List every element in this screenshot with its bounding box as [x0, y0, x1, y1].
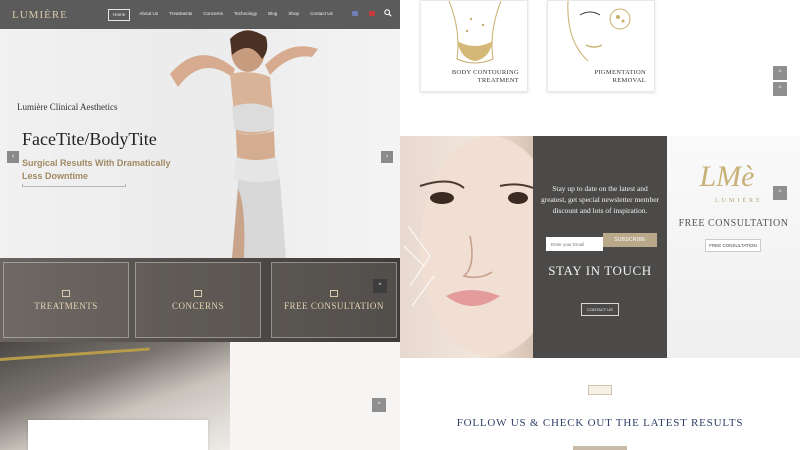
consultation-icon — [330, 289, 338, 297]
hero-subtitle: Surgical Results With Dramatically Less … — [22, 158, 171, 181]
treatment-card-label: BODY CONTOURING TREATMENT — [427, 69, 519, 85]
top-navbar: LUMIÈRE Home About Us Treatments Concern… — [0, 0, 400, 29]
feature-cards-section: TREATMENTS CONCERNS FREE CONSULTATION — [0, 258, 400, 342]
nav-item-technology[interactable]: Technology — [234, 9, 257, 21]
nav-item-treatments[interactable]: Treatments — [169, 9, 192, 21]
nav-item-concerns[interactable]: Concerns — [203, 9, 223, 21]
scroll-up-button[interactable]: ^ — [773, 82, 787, 96]
nav-item-home[interactable]: Home — [108, 9, 131, 21]
model-face-image — [400, 136, 533, 358]
nav-menu: Home About Us Treatments Concerns Techno… — [108, 9, 344, 21]
card-label: TREATMENTS — [34, 300, 98, 311]
scroll-up-button[interactable]: ^ — [373, 279, 387, 293]
newsletter-section: Stay up to date on the latest and greate… — [400, 136, 800, 358]
hero-title: FaceTite/BodyTite — [22, 129, 157, 149]
follow-us-heading: FOLLOW US & CHECK OUT THE LATEST RESULTS — [456, 417, 744, 429]
instagram-gallery-icon — [588, 385, 612, 395]
treatment-label-line: TREATMENT — [477, 77, 519, 84]
contact-us-button[interactable]: CONTACT US — [581, 303, 619, 316]
scroll-up-button[interactable]: ^ — [773, 66, 787, 80]
nav-item-blog[interactable]: Blog — [268, 9, 277, 21]
clinic-info-card — [28, 420, 208, 450]
free-consultation-button[interactable]: FREE CONSULTATION — [705, 239, 761, 252]
clinic-interior-section — [0, 342, 400, 450]
left-page-panel: LUMIÈRE Home About Us Treatments Concern… — [0, 0, 400, 450]
treatment-label-line: BODY CONTOURING — [451, 69, 519, 76]
treatment-card-body-contouring[interactable]: BODY CONTOURING TREATMENT — [420, 0, 528, 92]
lumiere-monogram-logo: LMè — [699, 160, 755, 193]
card-label: CONCERNS — [171, 300, 224, 311]
follow-divider — [573, 446, 627, 450]
hero-slider: FaceTite/BodyTite Surgical Results With … — [0, 29, 400, 258]
treatments-icon — [62, 289, 70, 297]
slider-prev-button[interactable]: ‹ — [7, 151, 19, 163]
slider-next-button[interactable]: › — [381, 151, 393, 163]
scroll-up-button[interactable]: ^ — [773, 186, 787, 200]
pigmentation-illustration — [567, 1, 631, 62]
hero-divider — [22, 184, 126, 187]
nav-item-contact-us[interactable]: Contact Us — [310, 9, 333, 21]
treatment-card-pigmentation[interactable]: PIGMENTATION REMOVAL — [547, 0, 655, 92]
card-treatments[interactable]: TREATMENTS — [3, 262, 129, 338]
consultation-panel: LMè LUMIÈRE FREE CONSULTATION FREE CONSU… — [667, 136, 800, 358]
scroll-up-button[interactable]: ^ — [372, 398, 386, 412]
treatment-card-label: PIGMENTATION REMOVAL — [554, 69, 646, 85]
treatment-label-line: REMOVAL — [612, 77, 646, 84]
face-illustration — [403, 136, 533, 356]
nav-item-about-us[interactable]: About Us — [139, 9, 158, 21]
brand-logo[interactable]: LUMIÈRE — [12, 9, 68, 21]
newsletter-description: Stay up to date on the latest and greate… — [540, 184, 660, 215]
email-input[interactable] — [546, 237, 603, 251]
clinic-card-title: Lumière Clinical Aesthetics — [17, 102, 118, 112]
right-page-panel: BODY CONTOURING TREATMENT PIGMENTATION R… — [400, 0, 800, 450]
card-free-consultation[interactable]: FREE CONSULTATION — [271, 262, 397, 338]
language-flag-spanish-icon[interactable] — [369, 11, 375, 16]
concerns-icon — [194, 289, 202, 297]
free-consultation-heading: FREE CONSULTATION — [678, 218, 789, 229]
card-label: FREE CONSULTATION — [284, 300, 384, 311]
lumiere-wordmark: LUMIÈRE — [715, 198, 763, 204]
hero-model-image — [170, 30, 318, 258]
card-concerns[interactable]: CONCERNS — [135, 262, 261, 338]
follow-us-section: FOLLOW US & CHECK OUT THE LATEST RESULTS — [400, 358, 800, 450]
nav-item-shop[interactable]: Shop — [288, 9, 299, 21]
stay-in-touch-heading: STAY IN TOUCH — [548, 263, 652, 278]
newsletter-panel: Stay up to date on the latest and greate… — [533, 136, 667, 358]
language-flag-english-icon[interactable] — [352, 11, 358, 16]
subscribe-button[interactable]: SUBSCRIBE — [603, 233, 657, 247]
search-icon[interactable] — [384, 9, 392, 17]
treatment-label-line: PIGMENTATION — [594, 69, 646, 76]
body-contouring-illustration — [448, 1, 502, 64]
